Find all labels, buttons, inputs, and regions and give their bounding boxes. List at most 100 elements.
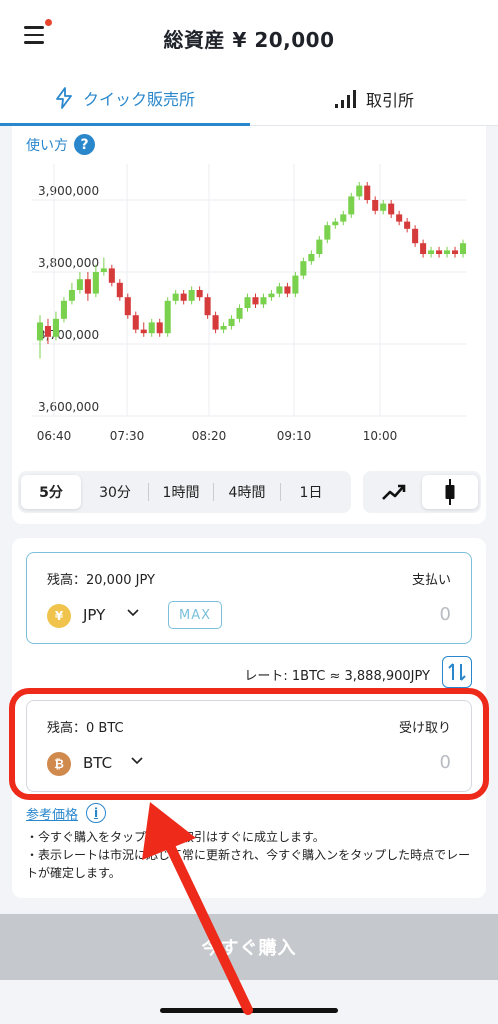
candle-body bbox=[188, 290, 195, 301]
candle-body bbox=[340, 214, 347, 222]
max-button[interactable]: MAX bbox=[168, 601, 222, 629]
candle-body bbox=[84, 279, 91, 294]
line-chart-icon bbox=[382, 484, 406, 500]
candle-body bbox=[459, 243, 467, 254]
candle-body bbox=[92, 272, 99, 294]
x-tick-label: 07:30 bbox=[110, 429, 145, 443]
price-chart[interactable]: 3,600,0003,700,0003,800,0003,900,00006:4… bbox=[12, 156, 486, 456]
candle-body bbox=[396, 214, 403, 222]
exchange-rate: レート: 1BTC ≈ 3,888,900JPY bbox=[244, 669, 430, 684]
tab-quick-sale[interactable]: クイック販売所 bbox=[0, 72, 250, 126]
candle-body bbox=[212, 315, 219, 330]
candle-body bbox=[388, 203, 395, 215]
candle-body bbox=[332, 221, 339, 226]
candle-body bbox=[228, 318, 235, 326]
pay-currency[interactable]: JPY bbox=[83, 606, 105, 624]
timeframe-5m[interactable]: 5分 bbox=[21, 475, 81, 509]
y-tick-label: 3,900,000 bbox=[38, 184, 99, 198]
pay-amount-input[interactable]: 0 bbox=[440, 604, 451, 625]
top-bar: 総資産 ¥ 20,000 bbox=[0, 0, 498, 72]
chevron-down-icon[interactable] bbox=[125, 605, 141, 621]
candle-body bbox=[451, 250, 459, 254]
swap-arrows-icon bbox=[448, 663, 466, 681]
candle-body bbox=[60, 300, 67, 319]
pay-role-label: 支払い bbox=[411, 573, 451, 588]
receive-role-label: 受け取り bbox=[398, 721, 451, 736]
line-chart-button[interactable] bbox=[366, 475, 422, 509]
candle-body bbox=[172, 293, 179, 301]
candle-body bbox=[348, 196, 355, 215]
lightning-icon bbox=[56, 86, 72, 109]
candle-body bbox=[100, 268, 107, 272]
candle-body bbox=[244, 297, 251, 308]
note-line: ・今すぐ購入をタップすると取引はすぐに成立します。 bbox=[26, 830, 325, 844]
pay-balance: 残高：20,000 JPY bbox=[47, 573, 155, 588]
tab-exchange-label: 取引所 bbox=[365, 91, 414, 110]
tab-exchange[interactable]: 取引所 bbox=[250, 72, 498, 126]
notes: ・今すぐ購入をタップすると取引はすぐに成立します。 ・表示レートは市況に応じて常… bbox=[26, 828, 476, 882]
candle-body bbox=[204, 297, 211, 316]
trade-card: 残高：20,000 JPY 支払い ¥ JPY MAX 0 レート: 1BTC … bbox=[12, 538, 486, 898]
candle-body bbox=[356, 185, 363, 197]
candle-body bbox=[108, 268, 115, 283]
candle-body bbox=[268, 293, 275, 298]
x-tick-label: 06:40 bbox=[37, 429, 72, 443]
candle-body bbox=[316, 239, 323, 254]
howto-link[interactable]: 使い方 ? bbox=[26, 134, 95, 155]
candle-body bbox=[44, 326, 52, 337]
candle-body bbox=[404, 221, 411, 229]
signal-bars-icon bbox=[334, 90, 356, 108]
candle-body bbox=[276, 286, 283, 294]
candle-body bbox=[252, 297, 259, 305]
candle-body bbox=[180, 293, 187, 301]
candle-body bbox=[36, 322, 44, 341]
candle-body bbox=[52, 318, 59, 337]
reference-price-label: 参考価格 bbox=[26, 807, 79, 823]
candle-body bbox=[372, 200, 379, 211]
info-icon[interactable]: i bbox=[86, 803, 107, 823]
chart-type-selector bbox=[363, 471, 481, 513]
swap-button[interactable] bbox=[442, 656, 472, 688]
candle-body bbox=[156, 322, 163, 334]
candle-body bbox=[364, 185, 371, 200]
candle-body bbox=[132, 315, 139, 330]
pay-input-box[interactable]: 残高：20,000 JPY 支払い ¥ JPY MAX 0 bbox=[26, 552, 472, 644]
timeframe-4h[interactable]: 4時間 bbox=[214, 475, 280, 509]
jpy-coin-icon: ¥ bbox=[47, 604, 71, 628]
timeframe-1h[interactable]: 1時間 bbox=[149, 475, 213, 509]
y-tick-label: 3,800,000 bbox=[38, 256, 99, 270]
reference-price-link[interactable]: 参考価格 i bbox=[26, 803, 107, 823]
candle-body bbox=[148, 322, 155, 334]
receive-balance: 残高：0 BTC bbox=[47, 721, 124, 736]
candle-body bbox=[300, 261, 307, 276]
y-tick-label: 3,600,000 bbox=[38, 400, 99, 414]
buy-now-button[interactable]: 今すぐ購入 bbox=[0, 914, 498, 980]
candle-body bbox=[164, 300, 171, 334]
candlestick-icon bbox=[445, 479, 455, 505]
candle-body bbox=[444, 250, 451, 254]
help-icon[interactable]: ? bbox=[74, 134, 95, 155]
candle-body bbox=[324, 225, 331, 240]
candle-body bbox=[308, 254, 315, 262]
candle-body bbox=[428, 250, 435, 254]
chart-card: 使い方 ? 3,600,000 3,700,000 3,800,000 3,900,0… bbox=[12, 126, 486, 524]
receive-input-box[interactable]: 残高：0 BTC 受け取り ₿ BTC 0 bbox=[26, 700, 472, 792]
timeframe-30m[interactable]: 30分 bbox=[82, 475, 148, 509]
candle-body bbox=[420, 243, 427, 254]
chevron-down-icon[interactable] bbox=[129, 753, 145, 769]
total-assets: 総資産 ¥ 20,000 bbox=[163, 28, 335, 52]
receive-amount-input[interactable]: 0 bbox=[440, 752, 451, 773]
candle-body bbox=[140, 329, 147, 334]
candle-body bbox=[292, 275, 299, 294]
home-indicator bbox=[160, 1008, 338, 1013]
receive-currency[interactable]: BTC bbox=[83, 754, 112, 772]
candle-body bbox=[436, 250, 443, 254]
x-tick-label: 10:00 bbox=[363, 429, 398, 443]
btc-coin-icon: ₿ bbox=[47, 752, 71, 776]
candle-body bbox=[220, 326, 227, 330]
timeframe-1d[interactable]: 1日 bbox=[281, 475, 341, 509]
candlestick-button[interactable] bbox=[422, 475, 478, 509]
candle-body bbox=[124, 297, 131, 316]
howto-label: 使い方 bbox=[26, 137, 68, 154]
candle-body bbox=[76, 279, 83, 290]
